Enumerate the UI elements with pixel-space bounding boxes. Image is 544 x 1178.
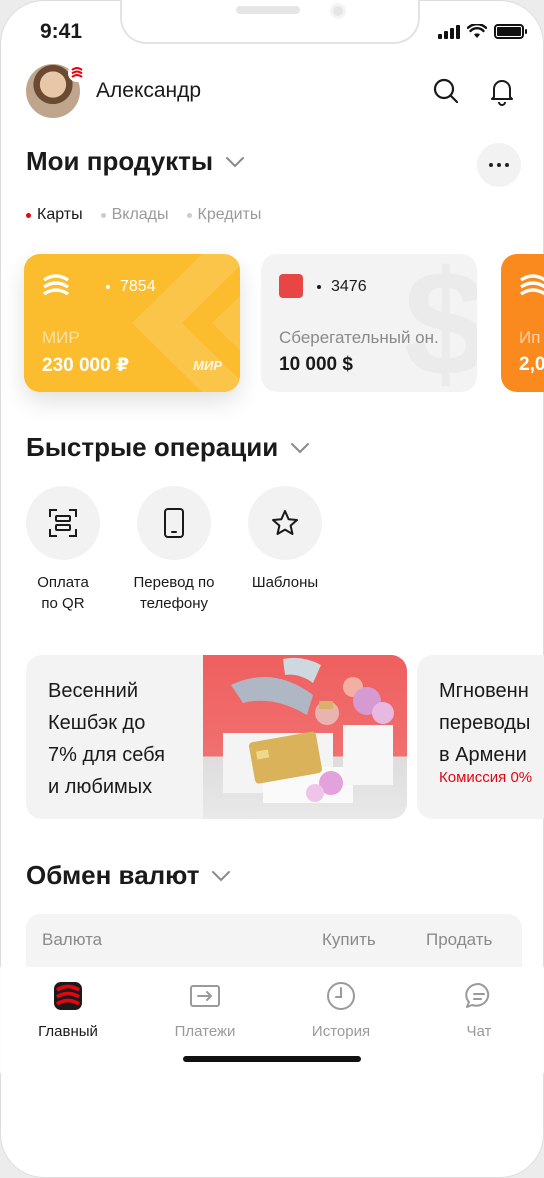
battery-icon [494,24,527,39]
filter-deposits[interactable]: Вклады [100,206,169,224]
mir-logo: МИР [193,358,222,373]
avatar[interactable] [26,64,86,118]
promo-cashback[interactable]: Весенний Кешбэк до 7% для себя и любимых [26,655,407,819]
bank-logo-icon [43,274,69,296]
quick-op-label: Оплата по QR [37,574,89,612]
tab-label: История [311,1023,371,1040]
card-system: МИР [42,328,80,347]
header: Александр [26,64,522,118]
card-number: 3476 [317,278,367,296]
notch [120,0,420,44]
card-partial[interactable]: Ип 2,0 [501,254,544,392]
column-header: Продать [426,930,493,949]
bank-logo-icon [68,64,86,82]
quick-op-label: Перевод по телефону [133,574,215,612]
card-number-value: 7854 [120,278,156,295]
tab-payments[interactable]: Платежи [150,979,260,1040]
product-filters: Карты Вклады Кредиты [26,206,261,224]
promo-text: Мгновенн переводы в Армени [439,680,531,766]
status-icons [438,24,527,39]
products-title[interactable]: Мои продукты [26,146,245,177]
history-clock-icon [324,979,358,1013]
card-mir[interactable]: 7854 МИР 230 000 ₽ МИР [24,254,240,392]
camera-icon [330,3,346,19]
tab-chat[interactable]: Чат [424,979,534,1040]
promo-subtext: Комиссия 0% [439,769,533,786]
card-number: 7854 [106,278,156,296]
products-title-label: Мои продукты [26,146,214,176]
user-name[interactable]: Александр [96,79,410,103]
chevron-down-icon [212,870,231,881]
filter-credits[interactable]: Кредиты [186,206,262,224]
card-balance: 2,0 [519,354,544,375]
filter-label: Карты [37,206,83,223]
chat-icon [462,979,496,1013]
quick-op-label: Шаблоны [251,574,319,591]
quick-ops-title-label: Быстрые операции [26,432,279,462]
column-header: Валюта [42,930,103,949]
speaker-icon [236,6,300,14]
wifi-icon [467,24,487,38]
card-savings[interactable]: $ 3476 Сберегательный он. 10 000 $ [261,254,477,392]
filter-label: Кредиты [197,206,262,223]
status-time: 9:41 [40,20,83,43]
phone-frame: 9:41 Александр Мои продукты Карты Вклады… [0,0,544,1178]
tab-label: Платежи [174,1023,236,1040]
bank-logo-icon [520,274,544,296]
card-name: Сберегательный он. [279,328,439,347]
home-indicator[interactable] [183,1056,361,1062]
promo-image [203,655,407,819]
tab-history[interactable]: История [286,979,396,1040]
card-balance: 10 000 $ [279,354,353,375]
bell-icon[interactable] [482,71,522,111]
quick-op-qr[interactable]: Оплата по QR [8,486,118,614]
quick-op-phone[interactable]: Перевод по телефону [119,486,229,614]
promo-text: Весенний Кешбэк до 7% для себя и любимых [48,680,165,798]
account-tag-icon [279,274,303,298]
card-number-value: 3476 [331,278,367,295]
chevron-down-icon [291,442,310,453]
search-icon[interactable] [426,71,466,111]
chevron-decoration [132,254,240,392]
qr-scan-icon [26,486,100,560]
promo-illustration [223,657,394,803]
filter-label: Вклады [111,206,169,223]
payments-icon [188,979,222,1013]
home-logo-icon [51,979,85,1013]
column-header: Купить [322,930,376,949]
chevron-down-icon [226,156,245,167]
quick-ops-title[interactable]: Быстрые операции [26,432,310,463]
exchange-title[interactable]: Обмен валют [26,860,231,891]
tab-home[interactable]: Главный [13,979,123,1040]
exchange-title-label: Обмен валют [26,860,200,890]
phone-icon [137,486,211,560]
card-balance: 230 000 ₽ [42,355,130,376]
tab-label: Главный [38,1023,98,1040]
promo-transfers[interactable]: Мгновенн переводы в Армени Комиссия 0% [417,655,544,819]
signal-icon [438,24,460,39]
tab-label: Чат [466,1023,492,1040]
quick-op-templates[interactable]: Шаблоны [230,486,340,593]
filter-cards[interactable]: Карты [26,206,83,224]
more-button[interactable] [477,143,521,187]
star-icon [248,486,322,560]
card-name: Ип [519,328,541,347]
dollar-decoration-icon: $ [403,254,477,392]
